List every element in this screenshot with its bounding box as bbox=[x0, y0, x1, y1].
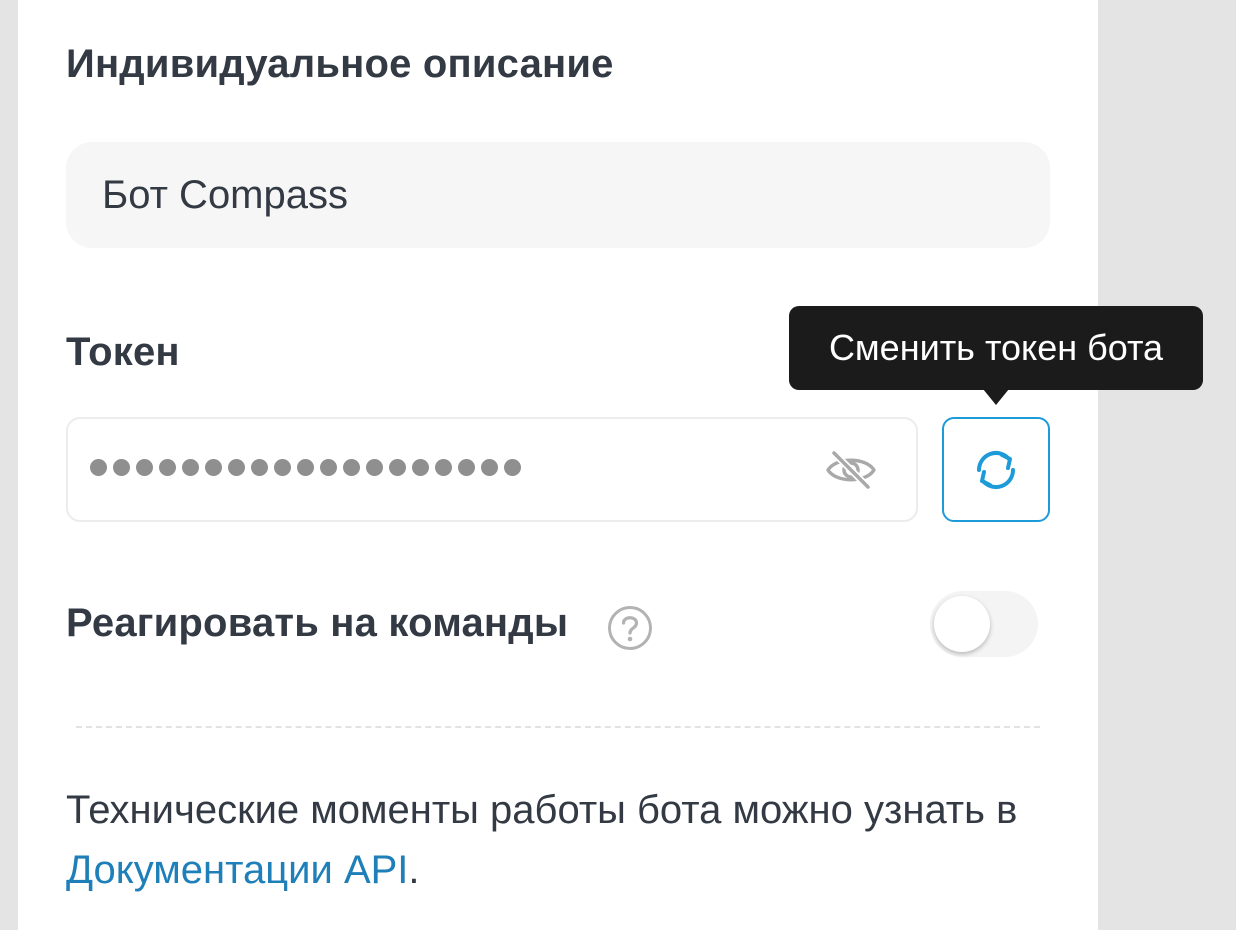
token-masked-value bbox=[90, 459, 521, 476]
description-input[interactable]: Бот Compass bbox=[66, 142, 1050, 248]
description-value: Бот Compass bbox=[102, 172, 348, 217]
tooltip-text: Сменить токен бота bbox=[828, 327, 1164, 368]
question-circle-icon[interactable] bbox=[607, 605, 653, 651]
api-docs-link[interactable]: Документации API bbox=[66, 848, 408, 892]
description-title: Индивидуальное описание bbox=[66, 42, 614, 86]
toggle-knob bbox=[934, 596, 990, 652]
refresh-icon bbox=[976, 450, 1016, 489]
footer-text: Технические моменты работы бота можно уз… bbox=[66, 780, 1046, 900]
token-title: Токен bbox=[66, 330, 180, 374]
change-token-button[interactable] bbox=[942, 417, 1050, 522]
tooltip-arrow bbox=[983, 389, 1009, 405]
commands-toggle[interactable] bbox=[930, 591, 1038, 657]
divider bbox=[76, 726, 1040, 728]
commands-label: Реагировать на команды bbox=[66, 601, 569, 645]
token-input[interactable] bbox=[66, 417, 918, 522]
footer-text-after: . bbox=[408, 848, 420, 892]
footer-text-before: Технические моменты работы бота можно уз… bbox=[66, 788, 1018, 832]
change-token-tooltip: Сменить токен бота bbox=[789, 306, 1203, 390]
eye-slash-icon[interactable] bbox=[824, 447, 878, 493]
